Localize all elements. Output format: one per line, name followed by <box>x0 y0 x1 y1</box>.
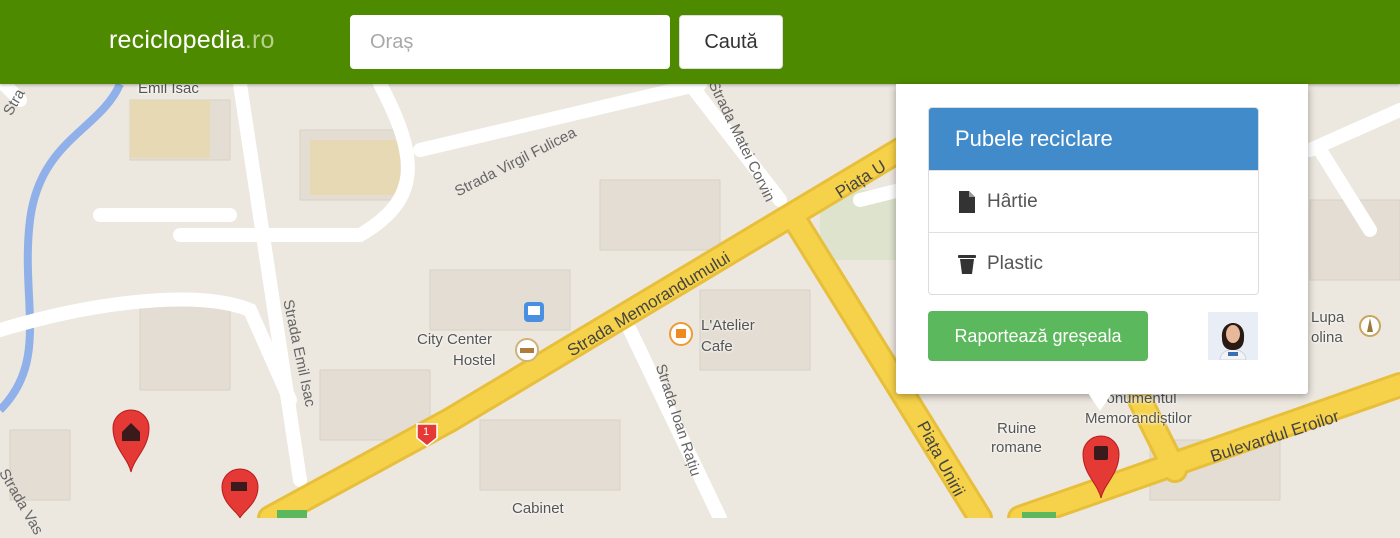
popup-pointer <box>1088 393 1112 411</box>
route-shield-label: 1 <box>423 426 430 438</box>
panel-title: Pubele reciclare <box>929 108 1258 170</box>
place-label-ruine: Ruine <box>997 420 1037 437</box>
list-item-paper: Hârtie <box>929 170 1258 232</box>
place-label-city-center: City Center <box>417 331 493 348</box>
place-label-memorandistilor: Memorandiștilor <box>1085 410 1192 427</box>
place-label-latelier: L'Atelier <box>701 317 755 334</box>
hotel-icon <box>515 338 539 362</box>
list-item-label: Hârtie <box>987 190 1038 212</box>
bin-icon <box>957 253 977 275</box>
top-navbar: reciclopedia.ro Caută <box>0 0 1400 84</box>
brand-logo[interactable]: reciclopedia.ro <box>109 26 275 55</box>
brand-name: reciclopedia <box>109 26 245 54</box>
report-error-button[interactable]: Raportează greșeala <box>928 311 1148 361</box>
document-icon <box>957 190 977 213</box>
monument-icon <box>1359 315 1381 337</box>
avatar <box>1208 312 1258 360</box>
brand-tld: .ro <box>244 26 275 54</box>
place-label-romane: romane <box>991 439 1042 456</box>
place-label-cafe: Cafe <box>701 338 733 355</box>
recycling-info-popup: Pubele reciclare Hârtie Plastic Raportea… <box>896 84 1308 394</box>
place-label-hostel: Hostel <box>453 352 496 369</box>
bus-stop-icon <box>524 302 544 322</box>
cafe-icon <box>669 322 693 346</box>
place-label-olina: olina <box>1311 329 1343 346</box>
city-search-input[interactable] <box>350 15 670 69</box>
place-label-lupa: Lupa <box>1311 309 1345 326</box>
list-item-label: Plastic <box>987 252 1043 274</box>
list-item-plastic: Plastic <box>929 232 1258 294</box>
recycling-bins-panel: Pubele reciclare Hârtie Plastic <box>928 107 1259 295</box>
search-button[interactable]: Caută <box>679 15 783 69</box>
place-label-cabinet: Cabinet <box>512 500 564 517</box>
